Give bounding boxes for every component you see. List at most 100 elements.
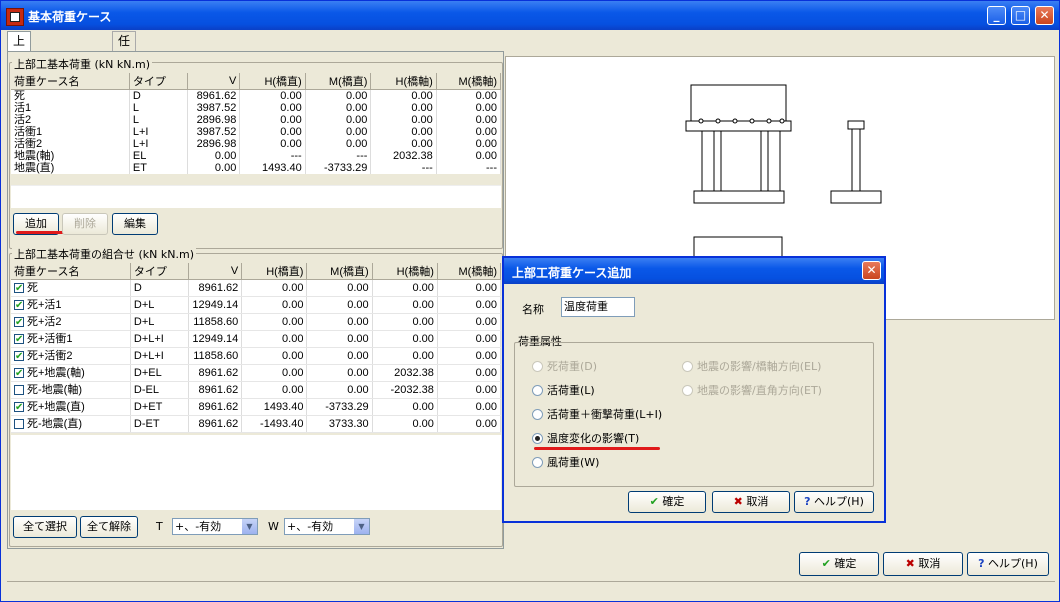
table-row[interactable]: 死D8961.620.000.000.000.00 (11, 279, 502, 297)
title-bar[interactable]: 基本荷重ケース _ □ ✕ (1, 1, 1059, 30)
column-header[interactable]: M(橋直) (306, 263, 373, 280)
row-checkbox[interactable] (14, 419, 24, 429)
row-checkbox[interactable] (14, 281, 24, 297)
dialog-cancel-button[interactable]: ✖ 取消 (712, 491, 790, 513)
row-checkbox[interactable] (14, 298, 24, 314)
table-cell: 0.00 (187, 150, 241, 162)
ok-button[interactable]: ✔ 確定 (799, 552, 879, 576)
close-icon[interactable]: ✕ (1035, 6, 1054, 25)
table-cell: 0.00 (437, 415, 502, 433)
table-row[interactable]: 活衝1 L+I 3987.52 0.00 0.00 0.00 0.00 (11, 126, 502, 138)
row-checkbox[interactable] (14, 400, 24, 416)
table-cell: 0.00 (305, 102, 372, 114)
row-checkbox[interactable] (14, 385, 24, 395)
dialog-ok-button[interactable]: ✔ 確定 (628, 491, 706, 513)
table-cell: D+EL (130, 364, 190, 382)
table-row[interactable]: 活1 L 3987.52 0.00 0.00 0.00 0.00 (11, 102, 502, 114)
basic-load-table[interactable]: 荷重ケース名 タイプ V H(橋直) M(橋直) H(橋軸) M(橋軸) 死 D 8961.62… (11, 73, 502, 174)
radio-eq-perp[interactable]: 地震の影響/直角方向(ET) (682, 382, 822, 398)
radio-dot (532, 409, 543, 420)
table-cell: 活衝1 (11, 126, 130, 138)
combo-load-table[interactable]: 荷重ケース名タイプVH(橋直)M(橋直)H(橋軸)M(橋軸) 死D8961.62… (11, 263, 502, 433)
table-row[interactable]: 死+活1D+L12949.140.000.000.000.00 (11, 296, 502, 314)
table-cell: 0.00 (372, 398, 438, 416)
table-cell-text: 死+活1 (27, 299, 62, 311)
radio-eq-axis-label: 地震の影響/橋軸方向(EL) (697, 360, 822, 373)
table-cell: 0.00 (239, 89, 306, 102)
table-cell: 8961.62 (188, 364, 243, 382)
column-header[interactable]: M(橋軸) (437, 263, 502, 280)
table-row[interactable]: 死+地震(直)D+ET8961.621493.40-3733.290.000.0… (11, 398, 502, 416)
table-cell: 0.00 (437, 296, 502, 314)
radio-wind-load[interactable]: 風荷重(W) (532, 454, 599, 470)
dialog-close-icon[interactable]: ✕ (862, 261, 881, 280)
row-checkbox[interactable] (14, 366, 24, 382)
select-all-button[interactable]: 全て選択 (13, 516, 77, 538)
table-row[interactable]: 地震(直) ET 0.00 1493.40 -3733.29 --- --- (11, 162, 502, 174)
column-header[interactable]: H(橋直) (239, 73, 306, 90)
column-header[interactable]: M(橋直) (305, 73, 372, 90)
column-header[interactable]: H(橋直) (241, 263, 308, 280)
table-row[interactable]: 死+活2D+L11858.600.000.000.000.00 (11, 313, 502, 331)
clear-all-button[interactable]: 全て解除 (80, 516, 138, 538)
tab-superstructure-load[interactable]: 上部工荷重ケース (7, 31, 32, 181)
table-row[interactable]: 死-地震(直) D-ET 8961.62 -1493.40 3733.30 0.00 0.0… (11, 415, 502, 433)
column-header[interactable]: 荷重ケース名 (11, 73, 130, 90)
column-header[interactable]: タイプ (129, 73, 188, 90)
dialog-help-button[interactable]: ? ヘルプ(H) (794, 491, 874, 513)
cancel-button[interactable]: ✖ 取消 (883, 552, 963, 576)
table-cell: 地震(軸) (11, 150, 130, 162)
table-cell-name: 死 (11, 279, 131, 297)
minimize-icon[interactable]: _ (987, 6, 1006, 25)
table-row[interactable]: 死D8961.620.000.000.000.00 (11, 89, 502, 102)
radio-dead-load[interactable]: 死荷重(D) (532, 358, 597, 374)
column-header[interactable]: H(橋軸) (370, 73, 437, 90)
table-cell: 0.00 (437, 330, 502, 348)
row-checkbox[interactable] (14, 349, 24, 365)
radio-dot (532, 385, 543, 396)
name-input[interactable]: 温度荷重 (561, 297, 635, 317)
column-header[interactable]: H(橋軸) (372, 263, 438, 280)
table-cell-name: 死+活1 (11, 296, 131, 314)
row-checkbox[interactable] (14, 315, 24, 331)
delete-button[interactable]: 削除 (62, 213, 108, 235)
radio-wind-label: 風荷重(W) (547, 456, 600, 469)
table-cell: 12949.14 (188, 330, 243, 348)
table-row[interactable]: 死+地震(軸)D+EL8961.620.000.002032.380.00 (11, 364, 502, 382)
table-row[interactable]: 地震(軸) EL 0.00 --- --- 2032.38 0.00 (11, 150, 502, 162)
column-header[interactable]: タイプ (130, 263, 190, 280)
radio-temperature[interactable]: 温度変化の影響(T) (532, 430, 639, 446)
table-row[interactable]: 死+活衝2D+L+I11858.600.000.000.000.00 (11, 347, 502, 365)
table-cell: 0.00 (436, 126, 502, 138)
table-row[interactable]: 活2 L 2896.98 0.00 0.00 0.00 0.00 (11, 114, 502, 126)
row-checkbox[interactable] (14, 332, 24, 348)
combo-table-empty-area (11, 435, 501, 510)
table-cell: ET (129, 162, 188, 174)
table-cell: D+ET (130, 398, 190, 416)
edit-button[interactable]: 編集 (112, 213, 158, 235)
table-cell: 0.00 (241, 313, 308, 331)
column-header[interactable]: V (188, 263, 243, 280)
tab-arbitrary-load[interactable]: 任意荷重ケース (112, 31, 137, 162)
table-cell: L (129, 102, 188, 114)
column-header[interactable]: 荷重ケース名 (11, 263, 131, 280)
radio-live-impact-load[interactable]: 活荷重＋衝撃荷重(L+I) (532, 406, 662, 422)
radio-live-load[interactable]: 活荷重(L) (532, 382, 595, 398)
left-panel: 上部工基本荷重 (kN kN.m) 荷重ケース名 タイプ V H(橋直) M(橋直) H(… (7, 51, 504, 549)
table-cell: 2896.98 (187, 138, 241, 150)
dialog-title: 上部工荷重ケース追加 (512, 266, 632, 280)
column-header[interactable]: V (187, 73, 241, 90)
column-header[interactable]: M(橋軸) (436, 73, 502, 90)
w-select[interactable]: +、-有効 ▼ (284, 518, 370, 535)
dialog-title-bar[interactable]: 上部工荷重ケース追加 ✕ (504, 258, 884, 284)
table-cell: L (129, 114, 188, 126)
table-cell-text: 死+活2 (27, 316, 62, 328)
help-button[interactable]: ? ヘルプ(H) (967, 552, 1049, 576)
t-select[interactable]: +、-有効 ▼ (172, 518, 258, 535)
table-cell: 12949.14 (188, 296, 243, 314)
table-row[interactable]: 死-地震(軸) D-EL 8961.62 0.00 0.00 -2032.38 0.00 (11, 381, 502, 399)
table-row[interactable]: 活衝2 L+I 2896.98 0.00 0.00 0.00 0.00 (11, 138, 502, 150)
radio-eq-axis[interactable]: 地震の影響/橋軸方向(EL) (682, 358, 821, 374)
maximize-icon[interactable]: □ (1011, 6, 1030, 25)
table-row[interactable]: 死+活衝1D+L+I12949.140.000.000.000.00 (11, 330, 502, 348)
